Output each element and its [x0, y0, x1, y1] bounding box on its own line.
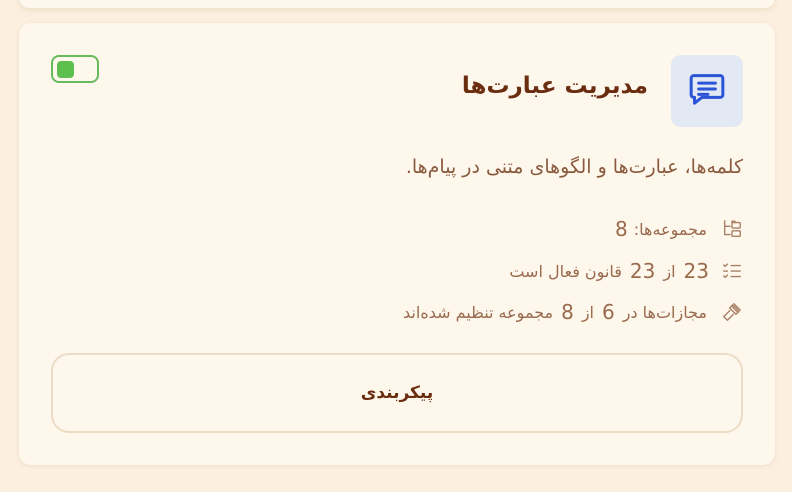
enable-toggle[interactable] [51, 55, 99, 83]
message-lines-icon [687, 69, 727, 113]
configured-count: 6 [602, 300, 615, 324]
punishments-suffix: مجموعه تنظیم شده‌اند [403, 302, 554, 322]
collections-label: مجموعه‌ها: [633, 219, 707, 239]
gavel-icon [721, 301, 743, 323]
folder-tree-icon [721, 218, 743, 240]
feature-icon-box [671, 55, 743, 127]
rules-separator: از [663, 261, 676, 281]
total-rules-count: 23 [629, 259, 656, 283]
configure-button[interactable]: پیکربندی [51, 353, 743, 433]
punishments-separator: از [581, 302, 594, 322]
stat-collections: مجموعه‌ها: 8 [615, 217, 743, 241]
card-title: مدیریت عبارت‌ها [461, 73, 648, 99]
card-description: کلمه‌ها، عبارت‌ها و الگوهای متنی در پیام… [405, 156, 743, 178]
previous-card [19, 0, 775, 8]
rules-suffix: قانون فعال است [509, 261, 622, 281]
collections-total: 8 [561, 300, 574, 324]
active-rules-count: 23 [683, 259, 709, 283]
stat-rules: 23 از 23 قانون فعال است [509, 259, 743, 283]
phrase-management-card: مدیریت عبارت‌ها کلمه‌ها، عبارت‌ها و الگو… [19, 23, 775, 465]
punishments-prefix: مجازات‌ها در [622, 302, 707, 322]
checklist-icon [721, 260, 743, 282]
collections-count: 8 [615, 217, 628, 241]
toggle-knob [57, 61, 74, 78]
stat-punishments: مجازات‌ها در 6 از 8 مجموعه تنظیم شده‌اند [403, 300, 743, 324]
